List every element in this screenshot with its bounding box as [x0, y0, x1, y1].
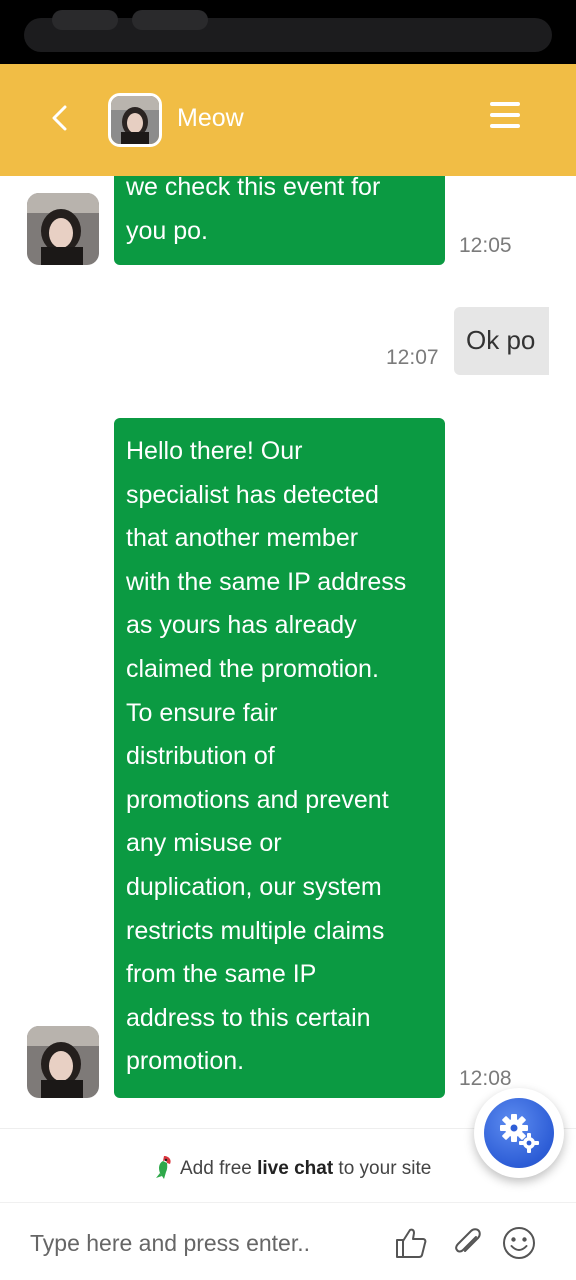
message-line: distribution of [126, 742, 275, 771]
message-text: Ok po [466, 325, 536, 355]
message-line: from the same IP [126, 960, 317, 989]
agent-name: Meow [177, 104, 244, 132]
message-time: 12:08 [459, 1067, 512, 1090]
message-line: restricts multiple claims [126, 916, 385, 945]
emoji-button[interactable] [501, 1225, 537, 1261]
chat-header: Meow [0, 64, 576, 176]
message-line: promotions and prevent [126, 785, 389, 814]
message-list[interactable]: we check this event for you po. 12:05 Ok… [0, 176, 576, 1128]
branding-link[interactable]: Add free live chat to your site [150, 1153, 431, 1181]
browser-tab [52, 10, 118, 30]
menu-button[interactable] [490, 102, 532, 138]
message-input[interactable] [30, 1225, 370, 1261]
message-line: promotion. [126, 1047, 245, 1076]
message-line: we check this event for [126, 176, 381, 201]
message-line: To ensure fair [126, 698, 278, 727]
message-line: specialist has detected [126, 480, 379, 509]
message-line: with the same IP address [126, 567, 407, 596]
branding-suffix: to your site [333, 1158, 432, 1179]
attach-button[interactable] [450, 1225, 486, 1261]
message-composer [0, 1202, 576, 1280]
back-button[interactable] [36, 94, 84, 142]
branding-bold: live chat [257, 1158, 334, 1179]
message-line: duplication, our system [126, 872, 382, 901]
message-line: claimed the promotion. [126, 654, 379, 683]
hamburger-menu-icon [490, 102, 532, 128]
agent-avatar [27, 193, 99, 265]
agent-avatar [27, 1026, 99, 1098]
message-time: 12:05 [459, 234, 512, 257]
chat-screen: Meow we check this event for you po. 12:… [0, 0, 576, 1280]
system-top-bar [0, 0, 576, 64]
like-button[interactable] [393, 1225, 429, 1261]
user-message-bubble: Ok po [454, 307, 549, 375]
agent-avatar [108, 93, 162, 147]
branding-prefix: Add free [180, 1158, 258, 1179]
message-line: any misuse or [126, 829, 282, 858]
parrot-icon [150, 1153, 176, 1181]
message-line: Hello there! Our [126, 437, 303, 465]
browser-tab [132, 10, 208, 30]
message-line: address to this certain [126, 1003, 371, 1032]
paperclip-icon [455, 1228, 481, 1253]
smiley-icon [503, 1227, 535, 1259]
settings-button[interactable] [474, 1088, 564, 1178]
gears-icon [500, 1114, 539, 1153]
settings-button-face [484, 1098, 554, 1168]
agent-message-bubble: we check this event for you po. [114, 176, 445, 265]
chevron-left-icon [52, 105, 67, 131]
message-line: that another member [126, 524, 359, 553]
message-line: you po. [126, 216, 209, 245]
message-line: as yours has already [126, 611, 357, 640]
message-time: 12:07 [386, 346, 439, 369]
thumbs-up-icon [396, 1228, 427, 1258]
agent-message-bubble: Hello there! Our specialist has detected… [114, 418, 445, 1098]
